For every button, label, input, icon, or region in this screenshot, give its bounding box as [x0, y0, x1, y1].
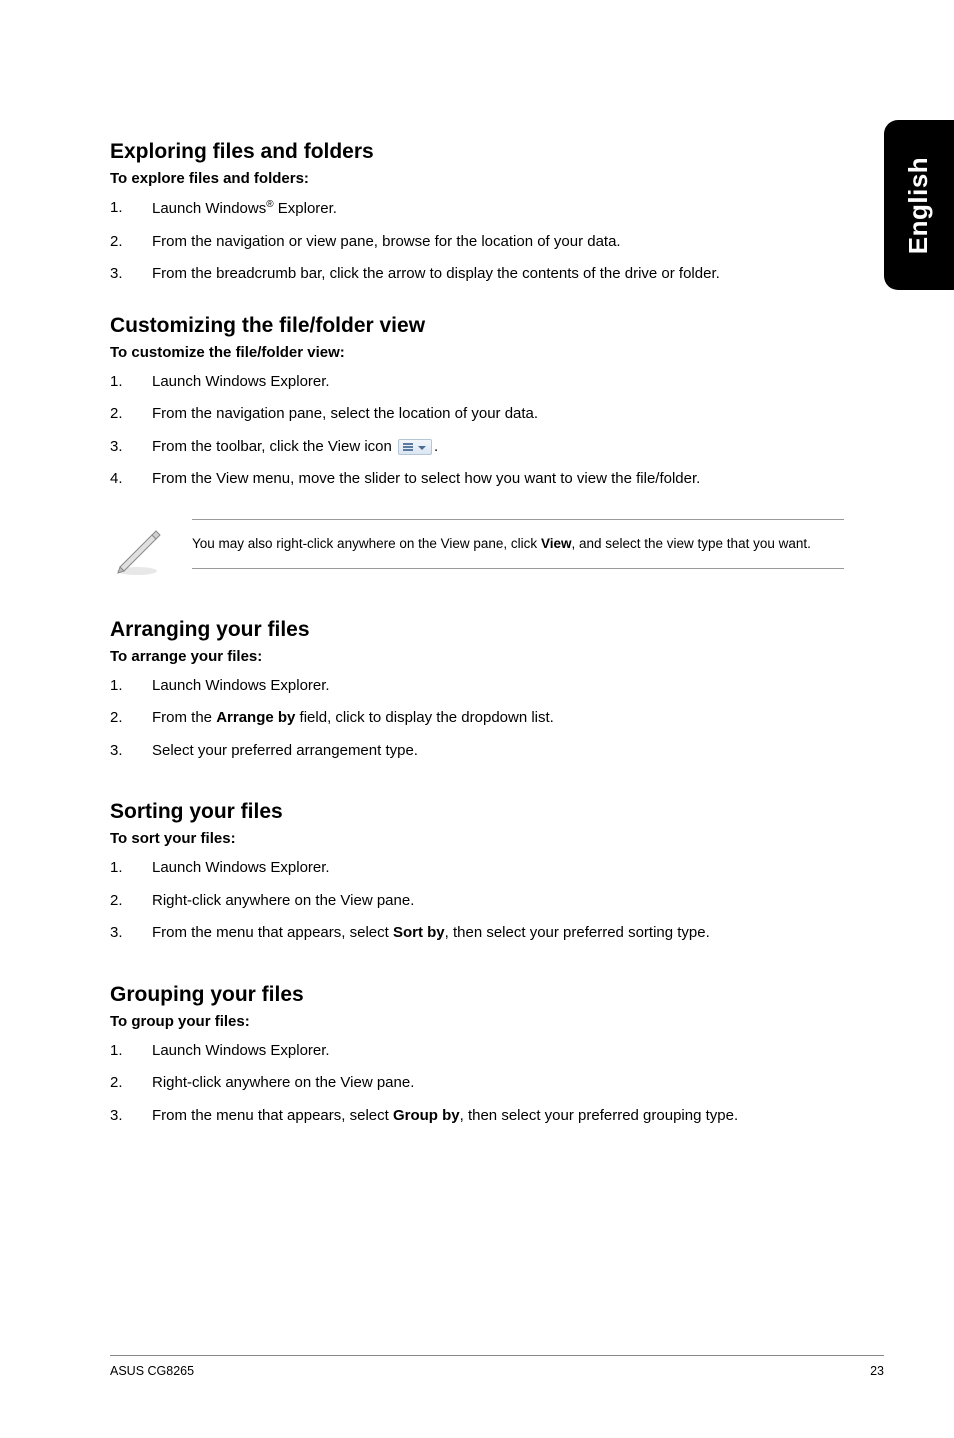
step-number: 3. [110, 1105, 152, 1128]
step-number: 3. [110, 263, 152, 286]
section-title-sorting: Sorting your files [110, 800, 844, 824]
view-dropdown-icon [398, 439, 432, 455]
list-item: 2. From the Arrange by field, click to d… [110, 707, 844, 730]
language-label: English [904, 156, 935, 253]
list-item: 1. Launch Windows Explorer. [110, 371, 844, 394]
step-number: 1. [110, 675, 152, 698]
steps-sorting: 1. Launch Windows Explorer. 2. Right-cli… [110, 857, 844, 945]
step-text: From the toolbar, click the View icon . [152, 436, 844, 459]
step-number: 4. [110, 468, 152, 491]
step-number: 1. [110, 197, 152, 221]
section-title-arranging: Arranging your files [110, 618, 844, 642]
section-subhead-sorting: To sort your files: [110, 830, 844, 847]
section-title-grouping: Grouping your files [110, 983, 844, 1007]
steps-grouping: 1. Launch Windows Explorer. 2. Right-cli… [110, 1040, 844, 1128]
step-number: 1. [110, 371, 152, 394]
step-number: 1. [110, 857, 152, 880]
step-text: Select your preferred arrangement type. [152, 740, 844, 763]
registered-mark: ® [266, 199, 273, 210]
step-text: Launch Windows Explorer. [152, 371, 844, 394]
list-item: 2. Right-click anywhere on the View pane… [110, 890, 844, 913]
language-tab: English [884, 120, 954, 290]
list-item: 1. Launch Windows Explorer. [110, 675, 844, 698]
step-number: 2. [110, 231, 152, 254]
list-item: 3. From the menu that appears, select Gr… [110, 1105, 844, 1128]
step-number: 3. [110, 922, 152, 945]
step-text: From the menu that appears, select Sort … [152, 922, 844, 945]
step-text: From the View menu, move the slider to s… [152, 468, 844, 491]
list-item: 2. From the navigation or view pane, bro… [110, 231, 844, 254]
step-number: 2. [110, 1072, 152, 1095]
section-title-exploring: Exploring files and folders [110, 140, 844, 164]
step-text: From the breadcrumb bar, click the arrow… [152, 263, 844, 286]
list-item: 3. Select your preferred arrangement typ… [110, 740, 844, 763]
steps-exploring: 1. Launch Windows® Explorer. 2. From the… [110, 197, 844, 286]
footer-page-number: 23 [870, 1364, 884, 1378]
step-text: Launch Windows Explorer. [152, 675, 844, 698]
step-number: 3. [110, 740, 152, 763]
step-text: From the Arrange by field, click to disp… [152, 707, 844, 730]
page-footer: ASUS CG8265 23 [110, 1355, 884, 1378]
step-number: 2. [110, 707, 152, 730]
step-number: 3. [110, 436, 152, 459]
list-item: 3. From the toolbar, click the View icon… [110, 436, 844, 459]
note-block: You may also right-click anywhere on the… [110, 519, 844, 582]
step-text: From the menu that appears, select Group… [152, 1105, 844, 1128]
footer-product: ASUS CG8265 [110, 1364, 194, 1378]
list-item: 1. Launch Windows® Explorer. [110, 197, 844, 221]
page-content: Exploring files and folders To explore f… [0, 0, 954, 1127]
step-text: Launch Windows Explorer. [152, 857, 844, 880]
steps-customizing: 1. Launch Windows Explorer. 2. From the … [110, 371, 844, 491]
step-text: Launch Windows Explorer. [152, 1040, 844, 1063]
list-item: 2. From the navigation pane, select the … [110, 403, 844, 426]
section-subhead-exploring: To explore files and folders: [110, 170, 844, 187]
list-item: 3. From the menu that appears, select So… [110, 922, 844, 945]
note-text: You may also right-click anywhere on the… [192, 519, 844, 569]
steps-arranging: 1. Launch Windows Explorer. 2. From the … [110, 675, 844, 763]
step-text: Right-click anywhere on the View pane. [152, 1072, 844, 1095]
list-item: 3. From the breadcrumb bar, click the ar… [110, 263, 844, 286]
list-item: 4. From the View menu, move the slider t… [110, 468, 844, 491]
step-number: 2. [110, 403, 152, 426]
step-text: From the navigation or view pane, browse… [152, 231, 844, 254]
section-subhead-grouping: To group your files: [110, 1013, 844, 1030]
pencil-note-icon [110, 519, 164, 582]
step-text: Launch Windows® Explorer. [152, 197, 844, 221]
step-text: Right-click anywhere on the View pane. [152, 890, 844, 913]
step-number: 1. [110, 1040, 152, 1063]
step-text: From the navigation pane, select the loc… [152, 403, 844, 426]
step-number: 2. [110, 890, 152, 913]
section-subhead-arranging: To arrange your files: [110, 648, 844, 665]
list-item: 1. Launch Windows Explorer. [110, 1040, 844, 1063]
section-title-customizing: Customizing the file/folder view [110, 314, 844, 338]
list-item: 2. Right-click anywhere on the View pane… [110, 1072, 844, 1095]
section-subhead-customizing: To customize the file/folder view: [110, 344, 844, 361]
list-item: 1. Launch Windows Explorer. [110, 857, 844, 880]
